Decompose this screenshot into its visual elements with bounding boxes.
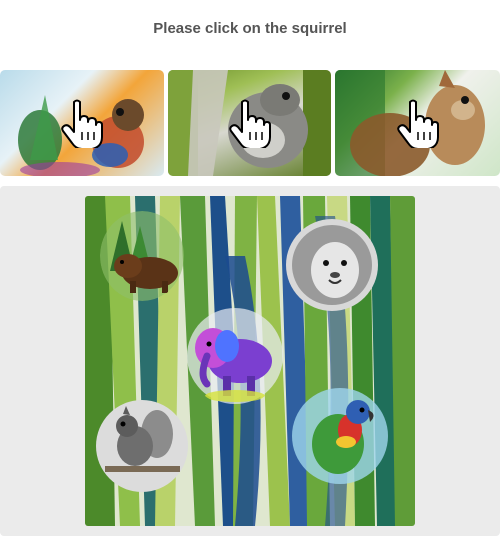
- example-images-row: [0, 70, 500, 176]
- bear-image[interactable]: [100, 211, 185, 301]
- lion-image[interactable]: [285, 218, 380, 313]
- pointer-hand-icon: [61, 99, 103, 148]
- parrot-image[interactable]: [290, 386, 390, 486]
- pointer-hand-icon: [228, 99, 271, 148]
- captcha-page: Please click on the squirrel: [0, 0, 500, 536]
- elephant-image[interactable]: [185, 306, 285, 406]
- squirrel-image[interactable]: [95, 396, 190, 496]
- challenge-panel: [0, 186, 500, 536]
- pointer-hand-icon: [396, 99, 439, 148]
- example-image-2: [168, 70, 331, 176]
- example-image-1: [0, 70, 164, 176]
- prompt-text: Please click on the squirrel: [153, 20, 347, 37]
- challenge-canvas[interactable]: [85, 196, 415, 526]
- example-image-3: [335, 70, 500, 176]
